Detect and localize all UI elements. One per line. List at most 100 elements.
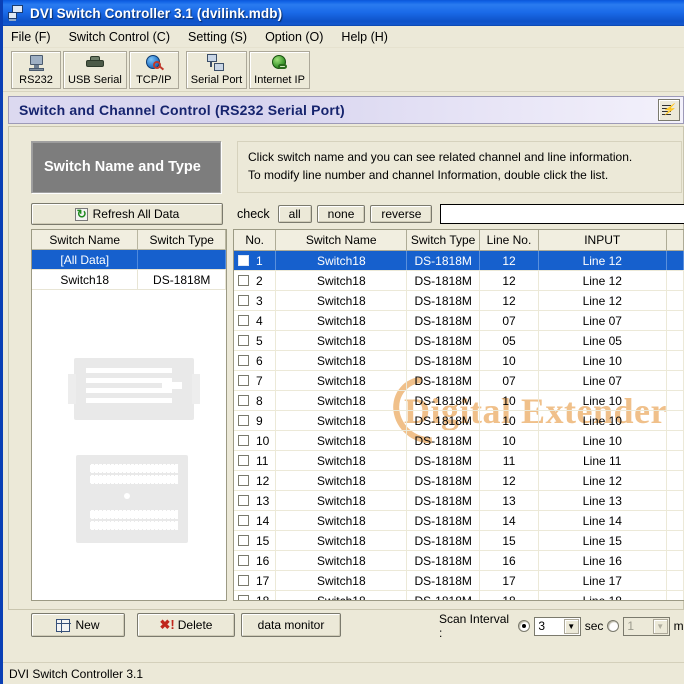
- channel-grid-header: No. Switch Name Switch Type Line No. INP…: [234, 230, 684, 251]
- row-checkbox[interactable]: [238, 275, 249, 286]
- check-all-button[interactable]: all: [277, 205, 312, 223]
- new-button[interactable]: New: [31, 613, 125, 637]
- table-row[interactable]: 14 Switch18 DS-1818M 14 Line 14: [234, 511, 684, 531]
- grid-cell-type: DS-1818M: [407, 251, 481, 270]
- device-port: [99, 475, 102, 484]
- device-port: [167, 521, 170, 530]
- chevron-down-icon[interactable]: ▼: [563, 618, 579, 634]
- menu-item-setting[interactable]: Setting (S): [188, 28, 256, 46]
- scan-interval-min-radio[interactable]: [607, 620, 620, 632]
- channel-grid[interactable]: No. Switch Name Switch Type Line No. INP…: [233, 229, 684, 601]
- table-row[interactable]: 11 Switch18 DS-1818M 11 Line 11: [234, 451, 684, 471]
- table-row[interactable]: 15 Switch18 DS-1818M 15 Line 15: [234, 531, 684, 551]
- grid-cell-extra: [667, 591, 684, 600]
- grid-cell-no-label: 4: [256, 313, 263, 328]
- row-checkbox[interactable]: [238, 355, 249, 366]
- table-row[interactable]: 6 Switch18 DS-1818M 10 Line 10: [234, 351, 684, 371]
- row-checkbox[interactable]: [238, 335, 249, 346]
- toolbar-button-usb-serial[interactable]: USB Serial: [63, 51, 127, 89]
- refresh-all-data-button[interactable]: Refresh All Data: [31, 203, 223, 225]
- table-row[interactable]: 17 Switch18 DS-1818M 17 Line 17: [234, 571, 684, 591]
- check-reverse-button[interactable]: reverse: [370, 205, 433, 223]
- row-checkbox[interactable]: [238, 575, 249, 586]
- table-row[interactable]: 4 Switch18 DS-1818M 07 Line 07: [234, 311, 684, 331]
- device-port: [91, 464, 94, 473]
- row-checkbox[interactable]: [238, 495, 249, 506]
- grid-cell-type: DS-1818M: [407, 431, 481, 450]
- menu-item-option[interactable]: Option (O): [265, 28, 332, 46]
- list-item[interactable]: Switch18 DS-1818M: [32, 270, 226, 290]
- row-checkbox[interactable]: [238, 475, 249, 486]
- grid-cell-name: Switch18: [276, 271, 408, 290]
- table-row[interactable]: 1 Switch18 DS-1818M 12 Line 12: [234, 251, 684, 271]
- table-row[interactable]: 5 Switch18 DS-1818M 05 Line 05: [234, 331, 684, 351]
- row-checkbox[interactable]: [238, 555, 249, 566]
- grid-cell-name: Switch18: [276, 331, 408, 350]
- row-checkbox[interactable]: [238, 515, 249, 526]
- table-row[interactable]: 12 Switch18 DS-1818M 12 Line 12: [234, 471, 684, 491]
- help-line-1: Click switch name and you can see relate…: [248, 150, 633, 164]
- grid-cell-name: Switch18: [276, 591, 408, 600]
- grid-cell-line-no: 07: [480, 371, 539, 390]
- toolbar-button-internet-ip[interactable]: Internet IP: [249, 51, 310, 89]
- device-port: [167, 475, 170, 484]
- table-row[interactable]: 16 Switch18 DS-1818M 16 Line 16: [234, 551, 684, 571]
- grid-cell-name: Switch18: [276, 551, 408, 570]
- grid-cell-line-no: 14: [480, 511, 539, 530]
- grid-header-input: INPUT: [539, 230, 667, 250]
- row-checkbox[interactable]: [238, 315, 249, 326]
- data-monitor-button[interactable]: data monitor: [241, 613, 341, 637]
- device-port: [135, 464, 138, 473]
- device-port: [159, 510, 162, 519]
- check-none-button[interactable]: none: [316, 205, 366, 223]
- list-lightning-button[interactable]: ⚡: [658, 99, 680, 121]
- delete-button[interactable]: ✖! Delete: [137, 613, 235, 637]
- switch-list[interactable]: Switch Name Switch Type [All Data] Switc…: [31, 229, 227, 601]
- table-row[interactable]: 2 Switch18 DS-1818M 12 Line 12: [234, 271, 684, 291]
- table-row[interactable]: 8 Switch18 DS-1818M 10 Line 10: [234, 391, 684, 411]
- menu-item-file[interactable]: File (F): [11, 28, 60, 46]
- table-row[interactable]: 7 Switch18 DS-1818M 07 Line 07: [234, 371, 684, 391]
- grid-cell-name: Switch18: [276, 451, 408, 470]
- device-port: [103, 521, 106, 530]
- grid-cell-no: 10: [234, 431, 277, 450]
- grid-cell-name: Switch18: [276, 391, 408, 410]
- row-checkbox[interactable]: [238, 415, 249, 426]
- device-port: [167, 464, 170, 473]
- device-port: [119, 521, 122, 530]
- scan-interval-sec-unit: sec: [584, 619, 604, 633]
- menu-item-help[interactable]: Help (H): [341, 28, 397, 46]
- table-row[interactable]: 9 Switch18 DS-1818M 10 Line 10: [234, 411, 684, 431]
- row-checkbox[interactable]: [238, 435, 249, 446]
- table-row[interactable]: 18 Switch18 DS-1818M 18 Line 18: [234, 591, 684, 600]
- grid-cell-input: Line 07: [539, 311, 667, 330]
- table-row[interactable]: 13 Switch18 DS-1818M 13 Line 13: [234, 491, 684, 511]
- toolbar-button-rs232[interactable]: RS232: [11, 51, 61, 89]
- row-checkbox[interactable]: [238, 375, 249, 386]
- chevron-down-icon[interactable]: ▼: [652, 618, 668, 634]
- row-checkbox[interactable]: [238, 395, 249, 406]
- table-row[interactable]: 3 Switch18 DS-1818M 12 Line 12: [234, 291, 684, 311]
- device-port: [107, 510, 110, 519]
- device-port: [171, 464, 174, 473]
- row-checkbox[interactable]: [238, 255, 249, 266]
- row-checkbox[interactable]: [238, 455, 249, 466]
- device-port: [147, 464, 150, 473]
- toolbar-button-serial-port[interactable]: Serial Port: [185, 51, 248, 89]
- row-checkbox[interactable]: [238, 295, 249, 306]
- scan-interval-sec-radio[interactable]: [518, 620, 531, 632]
- toolbar-button-tcpip[interactable]: TCP/IP: [128, 51, 179, 89]
- device-port: [127, 475, 130, 484]
- grid-cell-no: 14: [234, 511, 277, 530]
- check-filter-input[interactable]: [440, 204, 684, 224]
- scan-interval-min-select[interactable]: 1 ▼: [623, 616, 670, 636]
- scan-interval-sec-select[interactable]: 3 ▼: [534, 616, 581, 636]
- grid-cell-no: 9: [234, 411, 277, 430]
- table-row[interactable]: 10 Switch18 DS-1818M 10 Line 10: [234, 431, 684, 451]
- list-item[interactable]: [All Data]: [32, 250, 226, 270]
- row-checkbox[interactable]: [238, 535, 249, 546]
- section-header: Switch and Channel Control (RS232 Serial…: [8, 96, 684, 124]
- menu-item-switch-control[interactable]: Switch Control (C): [69, 28, 179, 46]
- grid-cell-no-label: 10: [256, 433, 270, 448]
- row-checkbox[interactable]: [238, 595, 249, 600]
